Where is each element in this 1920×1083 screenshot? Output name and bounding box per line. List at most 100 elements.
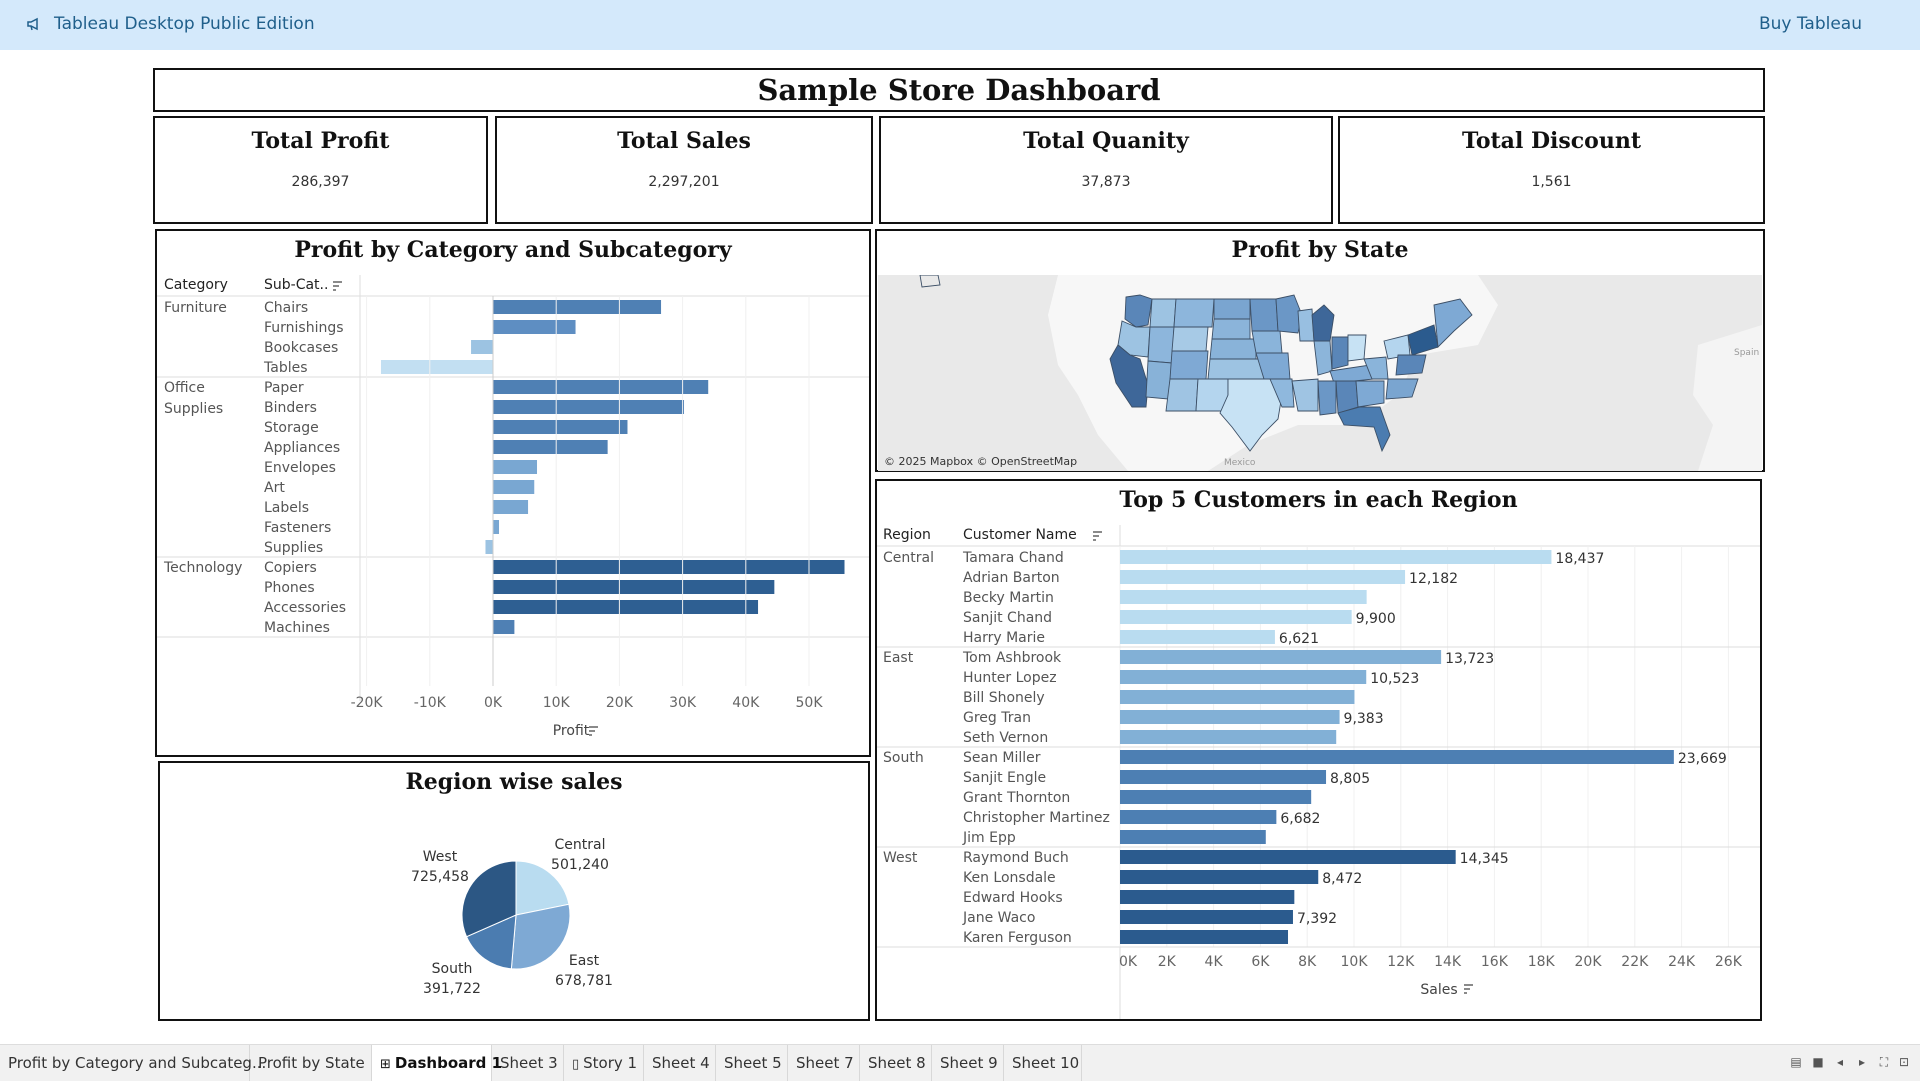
axis-title: Sales [1420, 982, 1457, 998]
customer-name-label: Sanjit Engle [963, 770, 1046, 786]
kpi-label: Total Sales [617, 128, 751, 154]
slice-value-label: 678,781 [555, 973, 613, 989]
kpi-total-quantity[interactable]: Total Quanity 37,873 [879, 116, 1333, 224]
sheet-tab[interactable]: Sheet 9 [932, 1045, 1004, 1081]
kpi-total-discount[interactable]: Total Discount 1,561 [1338, 116, 1765, 224]
axis-tick-label: 40K [732, 695, 760, 711]
region-label: Central [883, 550, 934, 566]
profit-by-category-panel[interactable]: Profit by Category and Subcategory Categ… [155, 229, 871, 757]
kpi-total-sales[interactable]: Total Sales 2,297,201 [495, 116, 873, 224]
axis-tick-label: 26K [1715, 954, 1743, 970]
profit-by-state-panel[interactable]: Profit by State © 2025 Mapbox © OpenStre… [875, 229, 1765, 472]
region-sales-panel[interactable]: Region wise sales Central 501,240 East 678,… [158, 761, 870, 1021]
sales-bar [1120, 870, 1319, 884]
panel-title: Profit by Category and Subcategory [294, 237, 732, 263]
slice-name-label: Central [555, 837, 606, 853]
customer-name-label: Harry Marie [963, 630, 1045, 646]
subcategory-label: Envelopes [264, 460, 336, 476]
sales-bar [1120, 570, 1406, 584]
sheet-tab[interactable]: Sheet 10 [1004, 1045, 1082, 1081]
sales-bar [1120, 830, 1266, 844]
sheet-tab[interactable]: ⊞ Dashboard 1 [372, 1045, 502, 1081]
profit-bar [493, 300, 662, 314]
profit-by-state-map[interactable]: © 2025 Mapbox © OpenStreetMap Mexico Spa… [878, 275, 1762, 471]
axis-tick-label: 22K [1621, 954, 1649, 970]
axis-tick-label: -20K [351, 695, 384, 711]
axis-tick-label: 10K [1341, 954, 1369, 970]
sort-icon [1464, 984, 1473, 994]
customer-name-label: Tom Ashbrook [962, 650, 1062, 666]
data-label: 9,900 [1356, 611, 1396, 627]
profit-bar [380, 360, 493, 374]
sheet-tab-label: Sheet 9 [940, 1054, 998, 1072]
region-label: West [883, 850, 918, 866]
axis-tick-label: 4K [1205, 954, 1224, 970]
data-label: 14,345 [1460, 851, 1509, 867]
sheet-tab-label: Profit by State [258, 1054, 365, 1072]
data-label: 6,621 [1279, 631, 1319, 647]
sheet-tab[interactable]: Sheet 7 [788, 1045, 860, 1081]
kpi-total-profit[interactable]: Total Profit 286,397 [153, 116, 488, 224]
subcategory-label: Machines [264, 620, 330, 636]
top-customers-panel[interactable]: Top 5 Customers in each Region Region Cus… [875, 479, 1762, 1021]
sheet-tab[interactable]: Sheet 8 [860, 1045, 932, 1081]
map-attribution[interactable]: © 2025 Mapbox © OpenStreetMap [884, 455, 1077, 468]
customer-name-label: Jim Epp [962, 830, 1016, 846]
axis-tick-label: 0K [484, 695, 503, 711]
kpi-value: 1,561 [1531, 174, 1572, 190]
sheet-tab-label: Sheet 8 [868, 1054, 926, 1072]
customer-name-label: Raymond Buch [963, 850, 1069, 866]
slice-name-label: South [432, 961, 473, 977]
category-label: Supplies [164, 401, 223, 417]
profit-bar [493, 480, 535, 494]
sheet-tab[interactable]: Profit by Category and Subcateg... [0, 1045, 266, 1081]
profit-bar [493, 400, 685, 414]
tab-list-icon[interactable]: ▤ [1790, 1056, 1802, 1068]
prev-sheet-icon[interactable]: ◂ [1834, 1056, 1846, 1068]
profit-by-category-chart[interactable]: Category Sub-Cat.. Furniture Chairs Furnishi… [157, 275, 869, 755]
sales-bar [1120, 710, 1340, 724]
fullscreen-icon[interactable]: ⛶ [1878, 1056, 1890, 1068]
subcategory-label: Accessories [264, 600, 346, 616]
subcategory-label: Copiers [264, 560, 317, 576]
customer-name-label: Greg Tran [963, 710, 1031, 726]
subcategory-label: Phones [264, 580, 315, 596]
present-icon[interactable]: ⊡ [1898, 1056, 1910, 1068]
buy-tableau-link[interactable]: Buy Tableau [1759, 14, 1862, 34]
sheet-tab-label: Dashboard 1 [394, 1054, 503, 1072]
customer-name-label: Adrian Barton [963, 570, 1060, 586]
panel-title: Profit by State [1231, 237, 1409, 263]
sort-icon [1093, 531, 1102, 541]
customer-name-label: Edward Hooks [963, 890, 1063, 906]
profit-bar [493, 320, 576, 334]
profit-bar [471, 340, 493, 354]
next-sheet-icon[interactable]: ▸ [1856, 1056, 1868, 1068]
sheet-tab[interactable]: Sheet 3 [492, 1045, 564, 1081]
sales-bar [1120, 610, 1352, 624]
data-label: 8,805 [1330, 771, 1370, 787]
data-label: 9,383 [1344, 711, 1384, 727]
slice-value-label: 501,240 [551, 857, 609, 873]
sales-bar [1120, 690, 1355, 704]
sheet-tab[interactable]: ▯ Story 1 [564, 1045, 644, 1081]
customer-name-label: Tamara Chand [962, 550, 1064, 566]
profit-bar [493, 440, 608, 454]
sheet-tab[interactable]: Sheet 4 [644, 1045, 716, 1081]
sales-bar [1120, 650, 1442, 664]
region-sales-pie-chart[interactable]: Central 501,240 East 678,781 South 391,722 Wes… [160, 807, 868, 1019]
sheet-tab[interactable]: Sheet 5 [716, 1045, 788, 1081]
axis-tick-label: 10K [543, 695, 571, 711]
top-customers-chart[interactable]: Region Customer Name Central Tamara Chand 18… [877, 525, 1760, 1019]
map-label-spain: Spain [1734, 348, 1759, 358]
profit-bar [493, 620, 515, 634]
data-label: 18,437 [1555, 551, 1604, 567]
sheet-tab-bar: Profit by Category and Subcateg... Profit… [0, 1044, 1920, 1081]
sort-icon [589, 726, 598, 736]
sheet-tab[interactable]: Profit by State [250, 1045, 372, 1081]
category-label: Technology [163, 560, 242, 576]
sales-bar [1120, 630, 1275, 644]
story-icon: ▯ [572, 1057, 580, 1072]
filmstrip-icon[interactable]: ■ [1812, 1056, 1824, 1068]
category-label: Office [164, 380, 205, 396]
sales-bar [1120, 890, 1295, 904]
